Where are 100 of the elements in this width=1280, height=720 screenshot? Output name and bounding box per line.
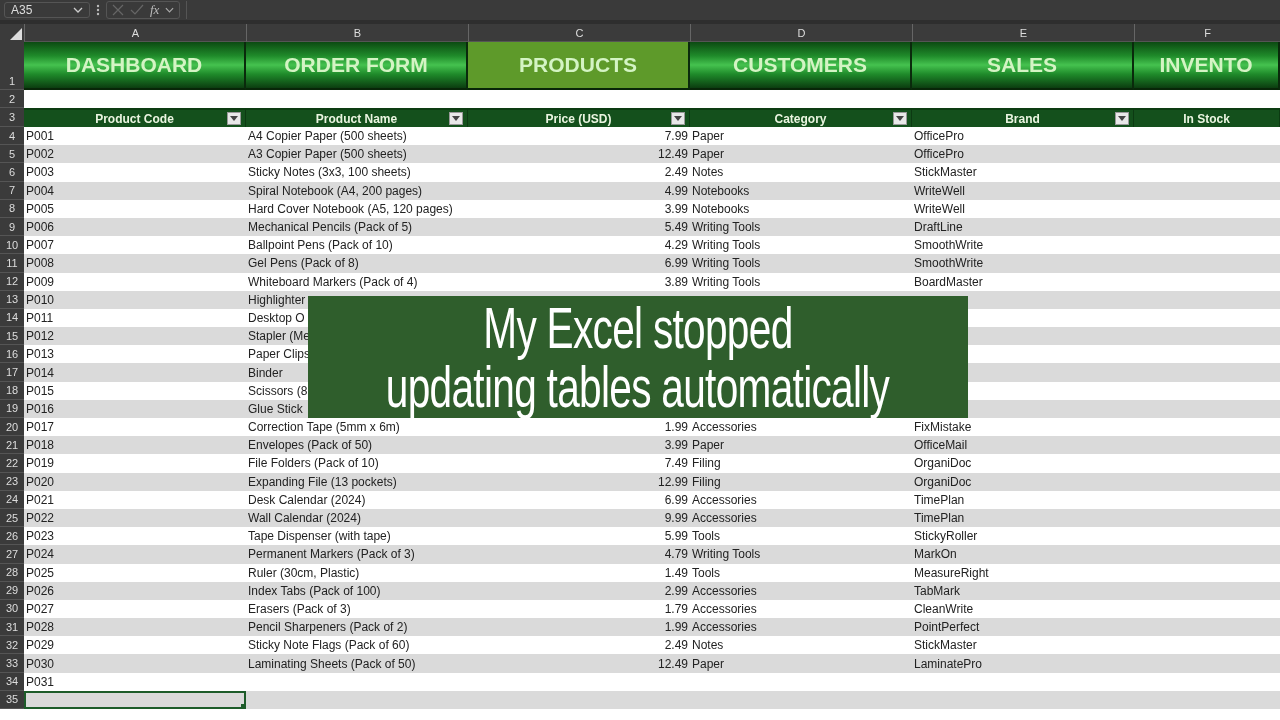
table-cell: Correction Tape (5mm x 6m) [248, 420, 400, 435]
table-cell: WriteWell [914, 183, 965, 198]
row-header[interactable]: 16 [0, 345, 24, 364]
table-cell: Writing Tools [692, 238, 761, 253]
table-cell-text: P023 [25, 528, 56, 546]
chevron-icon [73, 7, 83, 13]
corner-triangle-icon [10, 28, 22, 40]
table-cell: SmoothWrite [914, 238, 984, 253]
selected-cell[interactable] [24, 690, 246, 709]
table-cell: A4 Copier Paper (500 sheets) [248, 129, 407, 144]
insert-function-button[interactable]: fx [150, 2, 160, 18]
table-cell: Mechanical Pencils (Pack of 5) [248, 220, 413, 235]
table-cell: 1.99 [664, 620, 688, 635]
row-header[interactable]: 11 [0, 254, 24, 273]
column-header[interactable]: A [24, 24, 246, 42]
table-cell: 12.49 [657, 147, 688, 162]
table-cell-text: P012 [25, 328, 56, 346]
table-cell: OrganiDoc [914, 456, 972, 471]
column-header[interactable]: F [1134, 24, 1280, 42]
name-box[interactable]: A35 [4, 2, 90, 18]
table-cell: StickMaster [914, 165, 977, 180]
row-header[interactable]: 32 [0, 636, 24, 655]
table-cell-text: P028 [25, 619, 56, 637]
table-cell-text: P006 [25, 219, 56, 237]
table-cell-text: P019 [25, 455, 56, 473]
table-cell: Filing [692, 456, 721, 471]
table-cell: FixMistake [914, 420, 972, 435]
row-header[interactable]: 1 [0, 42, 24, 90]
row-header[interactable]: 26 [0, 527, 24, 546]
row-header[interactable]: 2 [0, 90, 24, 108]
table-cell: Tape Dispenser (with tape) [248, 529, 391, 544]
row-header[interactable]: 20 [0, 418, 24, 437]
row-header[interactable]: 17 [0, 363, 24, 382]
select-all-button[interactable] [0, 24, 24, 42]
table-cell: 12.49 [657, 656, 688, 671]
table-cell: Desk Calendar (2024) [248, 492, 366, 507]
row-header[interactable]: 15 [0, 327, 24, 346]
filter-dropdown-button[interactable] [449, 112, 463, 125]
filter-dropdown-button[interactable] [671, 112, 685, 125]
row-header[interactable]: 4 [0, 127, 24, 146]
table-cell: OfficeMail [914, 438, 968, 453]
row-header[interactable]: 5 [0, 145, 24, 164]
row-header[interactable]: 6 [0, 163, 24, 182]
table-cell: Laminating Sheets (Pack of 50) [248, 656, 416, 671]
table-cell: Ruler (30cm, Plastic) [248, 565, 360, 580]
filter-dropdown-button[interactable] [893, 112, 907, 125]
more-icon[interactable] [96, 4, 100, 16]
table-cell-text: P030 [25, 655, 56, 673]
table-cell: File Folders (Pack of 10) [248, 456, 379, 471]
table-cell-text: P004 [25, 182, 56, 200]
table-cell: Expanding File (13 pockets) [248, 474, 397, 489]
check-icon[interactable] [130, 4, 144, 16]
table-cell: Writing Tools [692, 256, 761, 271]
table-cell-text: P014 [25, 364, 56, 382]
column-header[interactable]: B [246, 24, 468, 42]
column-title: Product Code [95, 111, 174, 126]
table-cell: CleanWrite [914, 601, 974, 616]
table-cell-text: P016 [25, 400, 56, 418]
table-cell: 6.99 [664, 492, 688, 507]
table-cell: 6.99 [664, 256, 688, 271]
cell-reference: A35 [11, 3, 33, 17]
table-cell: 1.99 [664, 420, 688, 435]
filter-dropdown-button[interactable] [1115, 112, 1129, 125]
table-cell: Sticky Notes (3x3, 100 sheets) [248, 165, 411, 180]
table-cell-text: P015 [25, 382, 56, 400]
row-header[interactable]: 31 [0, 618, 24, 637]
table-cell: Binder [248, 365, 283, 380]
table-cell: 4.79 [664, 547, 688, 562]
row-header[interactable]: 3 [0, 108, 24, 127]
table-cell: Whiteboard Markers (Pack of 4) [248, 274, 418, 289]
table-cell: TabMark [914, 583, 960, 598]
table-cell: 1.79 [664, 601, 688, 616]
row-header[interactable]: 33 [0, 654, 24, 673]
column-header[interactable]: E [912, 24, 1134, 42]
table-cell-text: P026 [25, 582, 56, 600]
table-cell: 7.99 [664, 129, 688, 144]
row-header[interactable]: 10 [0, 236, 24, 255]
table-cell: Paper [692, 129, 725, 144]
table-cell: Accessories [692, 420, 757, 435]
column-header[interactable]: D [690, 24, 912, 42]
table-cell: Writing Tools [692, 547, 761, 562]
column-title: Brand [1005, 111, 1040, 126]
table-cell: StickyRoller [914, 529, 978, 544]
table-cell-text: P008 [25, 255, 56, 273]
table-cell: WriteWell [914, 201, 965, 216]
table-cell-text: P005 [25, 200, 56, 218]
table-cell: MeasureRight [914, 565, 989, 580]
chevron-icon[interactable] [165, 7, 175, 13]
row-header[interactable]: 27 [0, 545, 24, 564]
column-header[interactable]: C [468, 24, 690, 42]
column-title: In Stock [1183, 111, 1230, 126]
row-header[interactable]: 21 [0, 436, 24, 455]
table-cell: 2.99 [664, 583, 688, 598]
row-header[interactable]: 22 [0, 454, 24, 473]
table-cell: Notes [692, 165, 724, 180]
table-cell: Envelopes (Pack of 50) [248, 438, 373, 453]
table-cell: Accessories [692, 601, 757, 616]
table-cell: Highlighter [248, 292, 306, 307]
table-cell: Accessories [692, 492, 757, 507]
filter-dropdown-button[interactable] [227, 112, 241, 125]
